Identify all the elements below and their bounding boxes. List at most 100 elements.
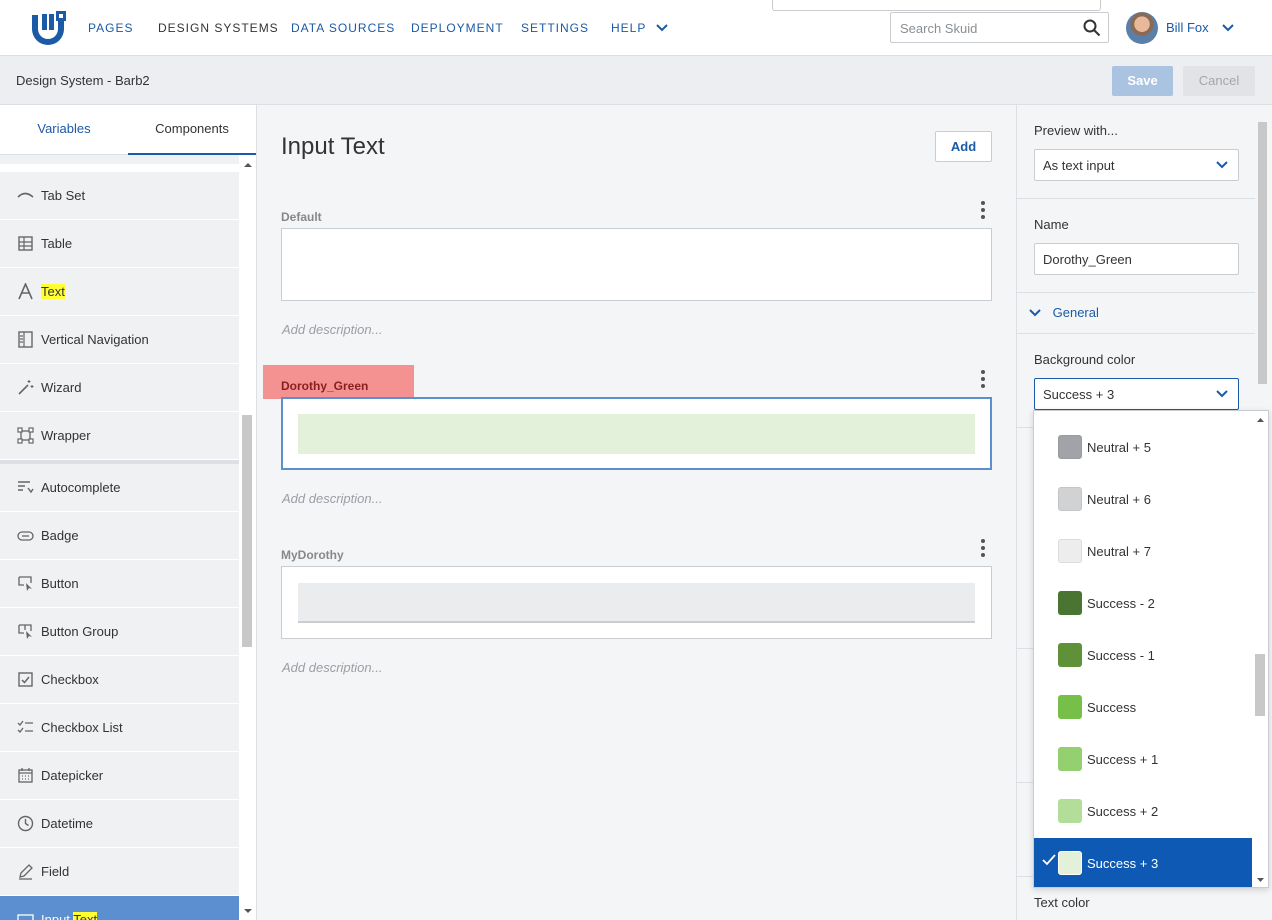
general-section-toggle[interactable]: General — [1029, 305, 1099, 320]
table-icon — [18, 236, 33, 251]
scroll-down-icon[interactable] — [1252, 875, 1269, 885]
color-option[interactable]: Neutral + 7 — [1034, 526, 1252, 578]
nav-deployment[interactable]: DEPLOYMENT — [411, 0, 504, 56]
kebab-menu-icon[interactable] — [981, 539, 985, 560]
nav-design-systems[interactable]: DESIGN SYSTEMS — [158, 0, 279, 56]
add-description-mydorothy[interactable]: Add description... — [282, 660, 382, 675]
variant-label-dorothy-green[interactable]: Dorothy_Green — [281, 379, 368, 393]
component-label: Vertical Navigation — [41, 332, 149, 347]
color-option-label: Success + 2 — [1087, 804, 1159, 819]
component-item-checkbox-list[interactable]: Checkbox List — [0, 704, 239, 752]
dropdown-scroll-thumb[interactable] — [1255, 654, 1265, 716]
cancel-button[interactable]: Cancel — [1183, 66, 1255, 96]
save-button[interactable]: Save — [1112, 66, 1173, 96]
component-item-tab-set[interactable]: Tab Set — [0, 172, 239, 220]
scroll-up-icon[interactable] — [239, 159, 257, 171]
scroll-down-icon[interactable] — [239, 905, 257, 917]
component-item-checkbox[interactable]: Checkbox — [0, 656, 239, 704]
variant-label-default[interactable]: Default — [281, 210, 322, 224]
chevron-down-icon — [1029, 309, 1041, 317]
component-label: Badge — [41, 528, 79, 543]
component-item-vertical-navigation[interactable]: Vertical Navigation — [0, 316, 239, 364]
component-sidebar: Variables Components Tab Set Table Text … — [0, 105, 257, 920]
component-item-wizard[interactable]: Wizard — [0, 364, 239, 412]
wrapper-icon — [17, 427, 34, 444]
variant-label-mydorothy[interactable]: MyDorothy — [281, 548, 344, 562]
component-item-input-text[interactable]: Input Text — [0, 896, 239, 920]
tab-set-icon — [17, 192, 34, 198]
nav-settings[interactable]: SETTINGS — [521, 0, 589, 56]
color-option[interactable]: Success + 1 — [1034, 734, 1252, 786]
color-swatch — [1058, 747, 1082, 771]
color-option-label: Success + 1 — [1087, 752, 1159, 767]
tab-components[interactable]: Components — [128, 105, 256, 155]
variant-preview-default[interactable] — [281, 228, 992, 301]
page-title: Design System - Barb2 — [16, 73, 150, 88]
component-item-datepicker[interactable]: Datepicker — [0, 752, 239, 800]
color-swatch — [1058, 487, 1082, 511]
nav-pages[interactable]: PAGES — [88, 0, 133, 56]
component-label-highlight: Text — [73, 912, 98, 920]
component-label: Wrapper — [41, 428, 91, 443]
sidebar-tabs: Variables Components — [0, 105, 256, 155]
nav-data-sources[interactable]: DATA SOURCES — [291, 0, 395, 56]
color-option[interactable]: Neutral + 5 — [1034, 422, 1252, 474]
component-label: Checkbox List — [41, 720, 123, 735]
component-item-autocomplete[interactable]: Autocomplete — [0, 464, 239, 512]
badge-icon — [17, 531, 34, 541]
component-item-text[interactable]: Text — [0, 268, 239, 316]
color-option[interactable]: Success — [1034, 682, 1252, 734]
color-option[interactable]: Success - 1 — [1034, 630, 1252, 682]
color-option-selected[interactable]: Success + 3 — [1034, 838, 1252, 887]
component-item-wrapper[interactable]: Wrapper — [0, 412, 239, 460]
add-description-default[interactable]: Add description... — [282, 322, 382, 337]
component-item-badge[interactable]: Badge — [0, 512, 239, 560]
component-label: Button Group — [41, 624, 119, 639]
variant-preview-mydorothy[interactable] — [281, 566, 992, 639]
variant-preview-dorothy-green[interactable] — [281, 397, 992, 470]
nav-help[interactable]: HELP — [611, 0, 669, 56]
component-label: Datetime — [41, 816, 94, 831]
name-input[interactable]: Dorothy_Green — [1034, 243, 1239, 275]
checkmark-icon — [1042, 854, 1056, 866]
skuid-logo-icon[interactable] — [30, 11, 66, 47]
user-menu[interactable]: Bill Fox — [1166, 20, 1234, 35]
input-text-preview[interactable] — [298, 414, 975, 454]
search-input[interactable]: Search Skuid — [890, 12, 1109, 43]
preview-with-select[interactable]: As text input — [1034, 149, 1239, 181]
add-variant-button[interactable]: Add — [935, 131, 992, 162]
component-item-button-group[interactable]: Button Group — [0, 608, 239, 656]
input-text-preview[interactable] — [298, 583, 975, 623]
component-label: Field — [41, 864, 70, 879]
wizard-icon — [18, 380, 34, 395]
top-navigation-bar: PAGES DESIGN SYSTEMS DATA SOURCES DEPLOY… — [0, 0, 1272, 56]
component-item-button[interactable]: Button — [0, 560, 239, 608]
button-group-icon — [18, 624, 32, 639]
sidebar-scroll-thumb[interactable] — [242, 415, 252, 647]
dropdown-scrollbar[interactable] — [1252, 411, 1269, 887]
component-label: Tab Set — [41, 188, 86, 203]
color-swatch — [1058, 591, 1082, 615]
properties-scroll-thumb[interactable] — [1258, 122, 1267, 384]
color-option[interactable]: Success - 2 — [1034, 578, 1252, 630]
component-label: Autocomplete — [41, 480, 121, 495]
avatar[interactable] — [1126, 12, 1158, 44]
tab-variables[interactable]: Variables — [0, 105, 128, 155]
component-item-field[interactable]: Field — [0, 848, 239, 896]
kebab-menu-icon[interactable] — [981, 370, 985, 391]
checkbox-list-icon — [17, 720, 33, 733]
kebab-menu-icon[interactable] — [981, 201, 985, 222]
divider — [1017, 333, 1255, 334]
color-option[interactable]: Success + 2 — [1034, 786, 1252, 838]
sidebar-scrollbar[interactable] — [239, 155, 257, 920]
text-icon — [18, 283, 33, 300]
scroll-up-icon[interactable] — [1252, 415, 1269, 425]
add-description-dorothy-green[interactable]: Add description... — [282, 491, 382, 506]
component-item-datetime[interactable]: Datetime — [0, 800, 239, 848]
component-item-table[interactable]: Table — [0, 220, 239, 268]
background-color-dropdown[interactable]: Neutral + 5 Neutral + 6 Neutral + 7 Succ… — [1033, 410, 1269, 888]
background-color-select[interactable]: Success + 3 — [1034, 378, 1239, 410]
color-option[interactable]: Neutral + 6 — [1034, 474, 1252, 526]
search-icon[interactable] — [1083, 19, 1101, 37]
divider — [1017, 292, 1255, 293]
